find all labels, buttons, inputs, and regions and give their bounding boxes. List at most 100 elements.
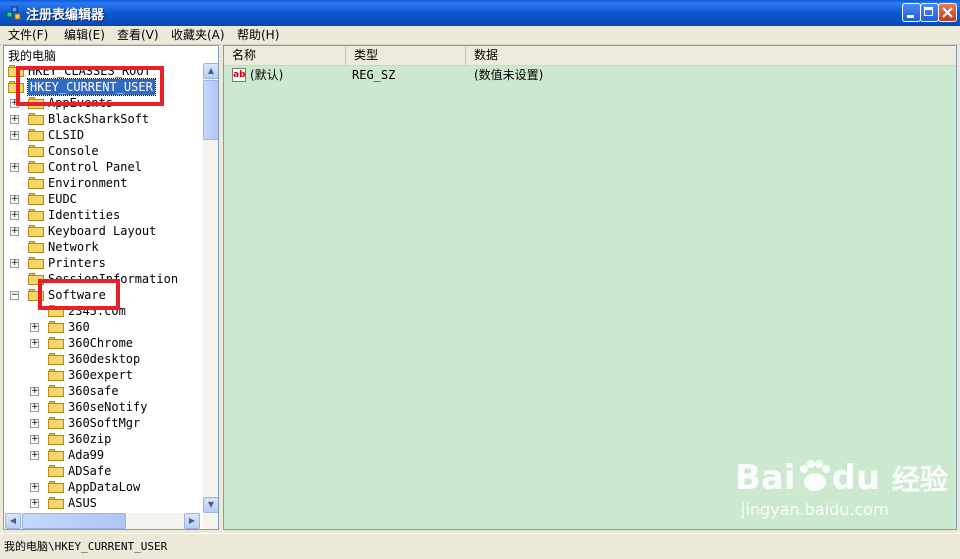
tree-item-label: Environment [48, 176, 128, 190]
tree-item-label: 360desktop [68, 352, 141, 366]
scroll-down-arrow-icon[interactable]: ▼ [203, 497, 218, 513]
folder-icon [48, 385, 64, 397]
tree-item-label: CLSID [48, 128, 85, 142]
expand-icon[interactable]: + [10, 227, 19, 236]
column-header-type[interactable]: 类型 [346, 46, 466, 65]
highlight-box-hkey-current-user [16, 66, 164, 106]
value-data: (数值未设置) [474, 68, 544, 82]
tree-item-label: 360seNotify [68, 400, 148, 414]
tree-item-label: 360 [68, 320, 90, 334]
scroll-up-arrow-icon[interactable]: ▲ [203, 63, 218, 79]
close-button[interactable] [938, 3, 957, 22]
column-header-data[interactable]: 数据 [466, 46, 956, 65]
tree-item-label: ADSafe [68, 464, 112, 478]
expand-icon[interactable]: + [30, 403, 39, 412]
value-name: (默认) [250, 68, 284, 82]
minimize-button[interactable] [902, 3, 921, 22]
tree-item-label: Printers [48, 256, 106, 270]
tree-item-label: EUDC [48, 192, 77, 206]
tree-item-label: Console [48, 144, 99, 158]
folder-icon [48, 417, 64, 429]
folder-icon [28, 161, 44, 173]
tree-item-label: 360safe [68, 384, 119, 398]
expand-icon[interactable]: + [10, 131, 19, 140]
folder-icon [48, 401, 64, 413]
menu-edit[interactable]: 编辑(E) [64, 27, 105, 43]
folder-icon [28, 113, 44, 125]
expand-icon[interactable]: + [10, 115, 19, 124]
expand-icon[interactable]: + [30, 339, 39, 348]
collapse-icon[interactable]: − [10, 291, 19, 300]
folder-icon [28, 193, 44, 205]
tree-item-label: 360SoftMgr [68, 416, 141, 430]
watermark-brand-2: du [831, 458, 881, 498]
expand-icon[interactable]: + [30, 419, 39, 428]
paw-icon [799, 460, 830, 491]
folder-icon [48, 433, 64, 445]
expand-icon[interactable]: + [30, 387, 39, 396]
list-header: 名称 类型 数据 [224, 46, 956, 66]
watermark-url: jingyan.baidu.com [741, 500, 889, 519]
window-title: 注册表编辑器 [26, 8, 105, 23]
tree-item-label: ASUS [68, 496, 97, 510]
scroll-thumb[interactable] [203, 80, 218, 140]
tree-item-label: BlackSharkSoft [48, 112, 150, 126]
maximize-button[interactable] [920, 3, 939, 22]
folder-icon [28, 241, 44, 253]
string-value-icon: ab [232, 68, 246, 82]
scroll-right-arrow-icon[interactable]: ▶ [184, 513, 200, 529]
folder-icon [48, 353, 64, 365]
folder-icon [48, 369, 64, 381]
tree-item-label: Keyboard Layout [48, 224, 157, 238]
expand-icon[interactable]: + [30, 499, 39, 508]
tree-item-label: Ada99 [68, 448, 105, 462]
expand-icon[interactable]: + [10, 195, 19, 204]
expand-icon[interactable]: + [30, 483, 39, 492]
folder-icon [28, 209, 44, 221]
regedit-app-icon [6, 6, 21, 20]
menu-bar: 文件(F) 编辑(E) 查看(V) 收藏夹(A) 帮助(H) [0, 26, 960, 45]
tree-item-label: Control Panel [48, 160, 142, 174]
minimize-icon [907, 15, 914, 18]
folder-icon [48, 481, 64, 493]
folder-icon [48, 321, 64, 333]
menu-view[interactable]: 查看(V) [117, 27, 159, 43]
tree-item-label: AppDataLow [68, 480, 141, 494]
folder-icon [48, 337, 64, 349]
folder-icon [48, 465, 64, 477]
folder-icon [28, 257, 44, 269]
highlight-box-software [38, 279, 120, 310]
expand-icon[interactable]: + [10, 211, 19, 220]
expand-icon[interactable]: + [10, 163, 19, 172]
tree-item-label: 360zip [68, 432, 112, 446]
tree-item-label: 360expert [68, 368, 134, 382]
expand-icon[interactable]: + [30, 323, 39, 332]
folder-icon [28, 145, 44, 157]
folder-icon [48, 497, 64, 509]
status-bar: 我的电脑\HKEY_CURRENT_USER [0, 533, 960, 559]
tree-item-label: 360Chrome [68, 336, 134, 350]
folder-icon [28, 225, 44, 237]
title-bar[interactable]: 注册表编辑器 [0, 0, 960, 26]
watermark-suffix: 经验 [891, 463, 948, 496]
tree-root-my-computer[interactable]: 我的电脑 [8, 47, 56, 64]
tree-horizontal-scrollbar[interactable]: ◀ ▶ [5, 513, 200, 529]
menu-file[interactable]: 文件(F) [8, 27, 48, 43]
scroll-thumb[interactable] [22, 513, 126, 529]
value-type: REG_SZ [352, 68, 396, 82]
expand-icon[interactable]: + [30, 451, 39, 460]
tree-vertical-scrollbar[interactable]: ▲ ▼ [203, 63, 218, 529]
column-header-name[interactable]: 名称 [224, 46, 346, 65]
tree-item-label: Identities [48, 208, 121, 222]
status-path: 我的电脑\HKEY_CURRENT_USER [4, 540, 168, 553]
expand-icon[interactable]: + [10, 259, 19, 268]
menu-help[interactable]: 帮助(H) [237, 27, 279, 43]
watermark-brand: Bai [735, 458, 796, 498]
scroll-left-arrow-icon[interactable]: ◀ [5, 513, 21, 529]
menu-favorites[interactable]: 收藏夹(A) [171, 27, 225, 43]
folder-icon [48, 449, 64, 461]
folder-icon [28, 129, 44, 141]
expand-icon[interactable]: + [30, 435, 39, 444]
maximize-icon [924, 7, 933, 16]
close-icon [942, 7, 953, 18]
